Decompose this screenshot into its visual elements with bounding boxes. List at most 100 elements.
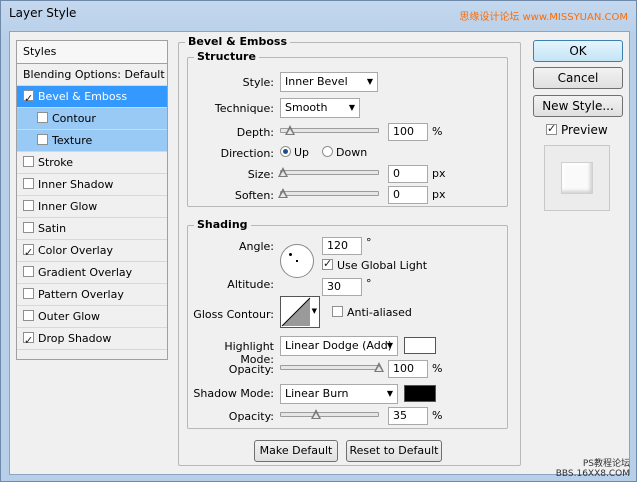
highlight-mode-dropdown[interactable]: Linear Dodge (Add) ▼ (280, 336, 398, 356)
styles-list-item[interactable]: Satin (17, 218, 167, 240)
styles-list-item-label: Satin (38, 222, 67, 235)
size-label: Size: (247, 168, 274, 181)
direction-label: Direction: (220, 147, 274, 160)
styles-list-item[interactable]: Bevel & Emboss (17, 86, 167, 109)
shadow-opacity-slider[interactable] (280, 409, 379, 420)
angle-input[interactable]: 120 (322, 237, 362, 255)
footer-watermark: PS教程论坛 BBS.16XX8.COM (555, 459, 630, 479)
global-light-toggle[interactable]: Use Global Light (322, 257, 427, 272)
styles-list-item[interactable]: Pattern Overlay (17, 284, 167, 306)
shadow-opacity-thumb[interactable] (311, 409, 321, 420)
preview-label: Preview (561, 123, 608, 137)
reset-to-default-button[interactable]: Reset to Default (346, 440, 442, 462)
styles-list-item[interactable]: Contour (17, 108, 167, 130)
direction-down-radio[interactable]: Down (322, 146, 367, 159)
altitude-input[interactable]: 30 (322, 278, 362, 296)
highlight-opacity-slider[interactable] (280, 362, 384, 372)
anti-aliased-toggle[interactable]: Anti-aliased (332, 306, 412, 319)
styles-list-item[interactable]: Stroke (17, 152, 167, 174)
size-slider[interactable] (278, 167, 379, 178)
contour-curve-icon (281, 297, 311, 327)
styles-list-item-label: Texture (52, 134, 93, 147)
shadow-opacity-unit: % (432, 409, 443, 422)
make-default-button[interactable]: Make Default (254, 440, 338, 462)
technique-label: Technique: (214, 102, 274, 115)
gloss-contour-picker[interactable]: ▼ (280, 296, 320, 328)
depth-unit: % (432, 125, 443, 138)
styles-header[interactable]: Styles (17, 41, 167, 64)
global-light-checkbox[interactable] (322, 257, 333, 270)
styles-list-item[interactable]: Texture (17, 130, 167, 152)
shadow-opacity-input[interactable]: 35 (388, 407, 428, 425)
style-checkbox[interactable] (23, 178, 34, 189)
chevron-down-icon: ▼ (311, 307, 317, 315)
size-slider-thumb[interactable] (278, 167, 288, 178)
style-checkbox[interactable] (23, 330, 34, 351)
style-checkbox[interactable] (23, 288, 34, 299)
highlight-opacity-thumb[interactable] (374, 362, 384, 373)
preview-swatch (544, 145, 610, 211)
dialog-client: Styles Blending Options: Default Bevel & … (9, 31, 630, 475)
depth-label: Depth: (236, 126, 274, 139)
styles-list-item-label: Blending Options: Default (23, 68, 165, 81)
direction-up-radio[interactable]: Up (280, 146, 309, 159)
direction-up-label: Up (294, 146, 310, 159)
style-checkbox[interactable] (37, 112, 48, 123)
styles-list-item[interactable]: Drop Shadow (17, 328, 167, 351)
highlight-color-swatch[interactable] (404, 337, 436, 354)
watermark-text: 思缘设计论坛 www.MISSYUAN.COM (459, 12, 628, 23)
style-checkbox[interactable] (23, 156, 34, 167)
shadow-mode-dropdown[interactable]: Linear Burn ▼ (280, 384, 398, 404)
chevron-down-icon: ▼ (366, 77, 373, 86)
styles-list-item-label: Bevel & Emboss (38, 90, 128, 103)
style-checkbox[interactable] (23, 88, 34, 109)
soften-label: Soften: (234, 189, 274, 202)
depth-slider-thumb[interactable] (285, 125, 295, 136)
style-dropdown[interactable]: Inner Bevel ▼ (280, 72, 378, 92)
new-style-button[interactable]: New Style... (533, 95, 623, 117)
soften-input[interactable]: 0 (388, 186, 428, 204)
highlight-opacity-unit: % (432, 362, 443, 375)
depth-slider[interactable] (280, 125, 379, 136)
style-checkbox[interactable] (23, 242, 34, 263)
technique-dropdown[interactable]: Smooth ▼ (280, 98, 360, 118)
style-checkbox[interactable] (37, 134, 48, 145)
style-checkbox[interactable] (23, 222, 34, 233)
preview-checkbox[interactable] (546, 122, 557, 135)
chevron-down-icon: ▼ (386, 341, 393, 350)
window-title: Layer Style (9, 6, 77, 20)
angle-dial[interactable] (280, 244, 314, 278)
style-label: Style: (242, 76, 274, 89)
shading-title: Shading (194, 218, 251, 231)
size-unit: px (432, 167, 446, 180)
anti-aliased-checkbox[interactable] (332, 306, 343, 317)
highlight-opacity-input[interactable]: 100 (388, 360, 428, 378)
shadow-color-swatch[interactable] (404, 385, 436, 402)
radio-on-icon (280, 146, 291, 157)
styles-list-item[interactable]: Blending Options: Default (17, 64, 167, 86)
style-value: Inner Bevel (285, 75, 348, 88)
chevron-down-icon: ▼ (386, 389, 393, 398)
styles-list-item[interactable]: Gradient Overlay (17, 262, 167, 284)
size-input[interactable]: 0 (388, 165, 428, 183)
gloss-contour-label: Gloss Contour: (193, 308, 274, 321)
ok-button[interactable]: OK (533, 40, 623, 62)
styles-list-item[interactable]: Color Overlay (17, 240, 167, 263)
styles-list-item[interactable]: Inner Shadow (17, 174, 167, 196)
style-checkbox[interactable] (23, 200, 34, 211)
preview-toggle[interactable]: Preview (546, 122, 608, 137)
style-checkbox[interactable] (23, 266, 34, 277)
soften-slider[interactable] (278, 188, 379, 199)
angle-label: Angle: (238, 240, 274, 253)
soften-slider-thumb[interactable] (278, 188, 288, 199)
depth-input[interactable]: 100 (388, 123, 428, 141)
style-checkbox[interactable] (23, 310, 34, 321)
technique-value: Smooth (285, 101, 328, 114)
radio-off-icon (322, 146, 333, 157)
altitude-label: Altitude: (227, 278, 274, 291)
styles-list-item-label: Stroke (38, 156, 74, 169)
altitude-unit: ° (366, 277, 372, 290)
styles-list-item[interactable]: Inner Glow (17, 196, 167, 218)
styles-list-item[interactable]: Outer Glow (17, 306, 167, 328)
cancel-button[interactable]: Cancel (533, 67, 623, 89)
